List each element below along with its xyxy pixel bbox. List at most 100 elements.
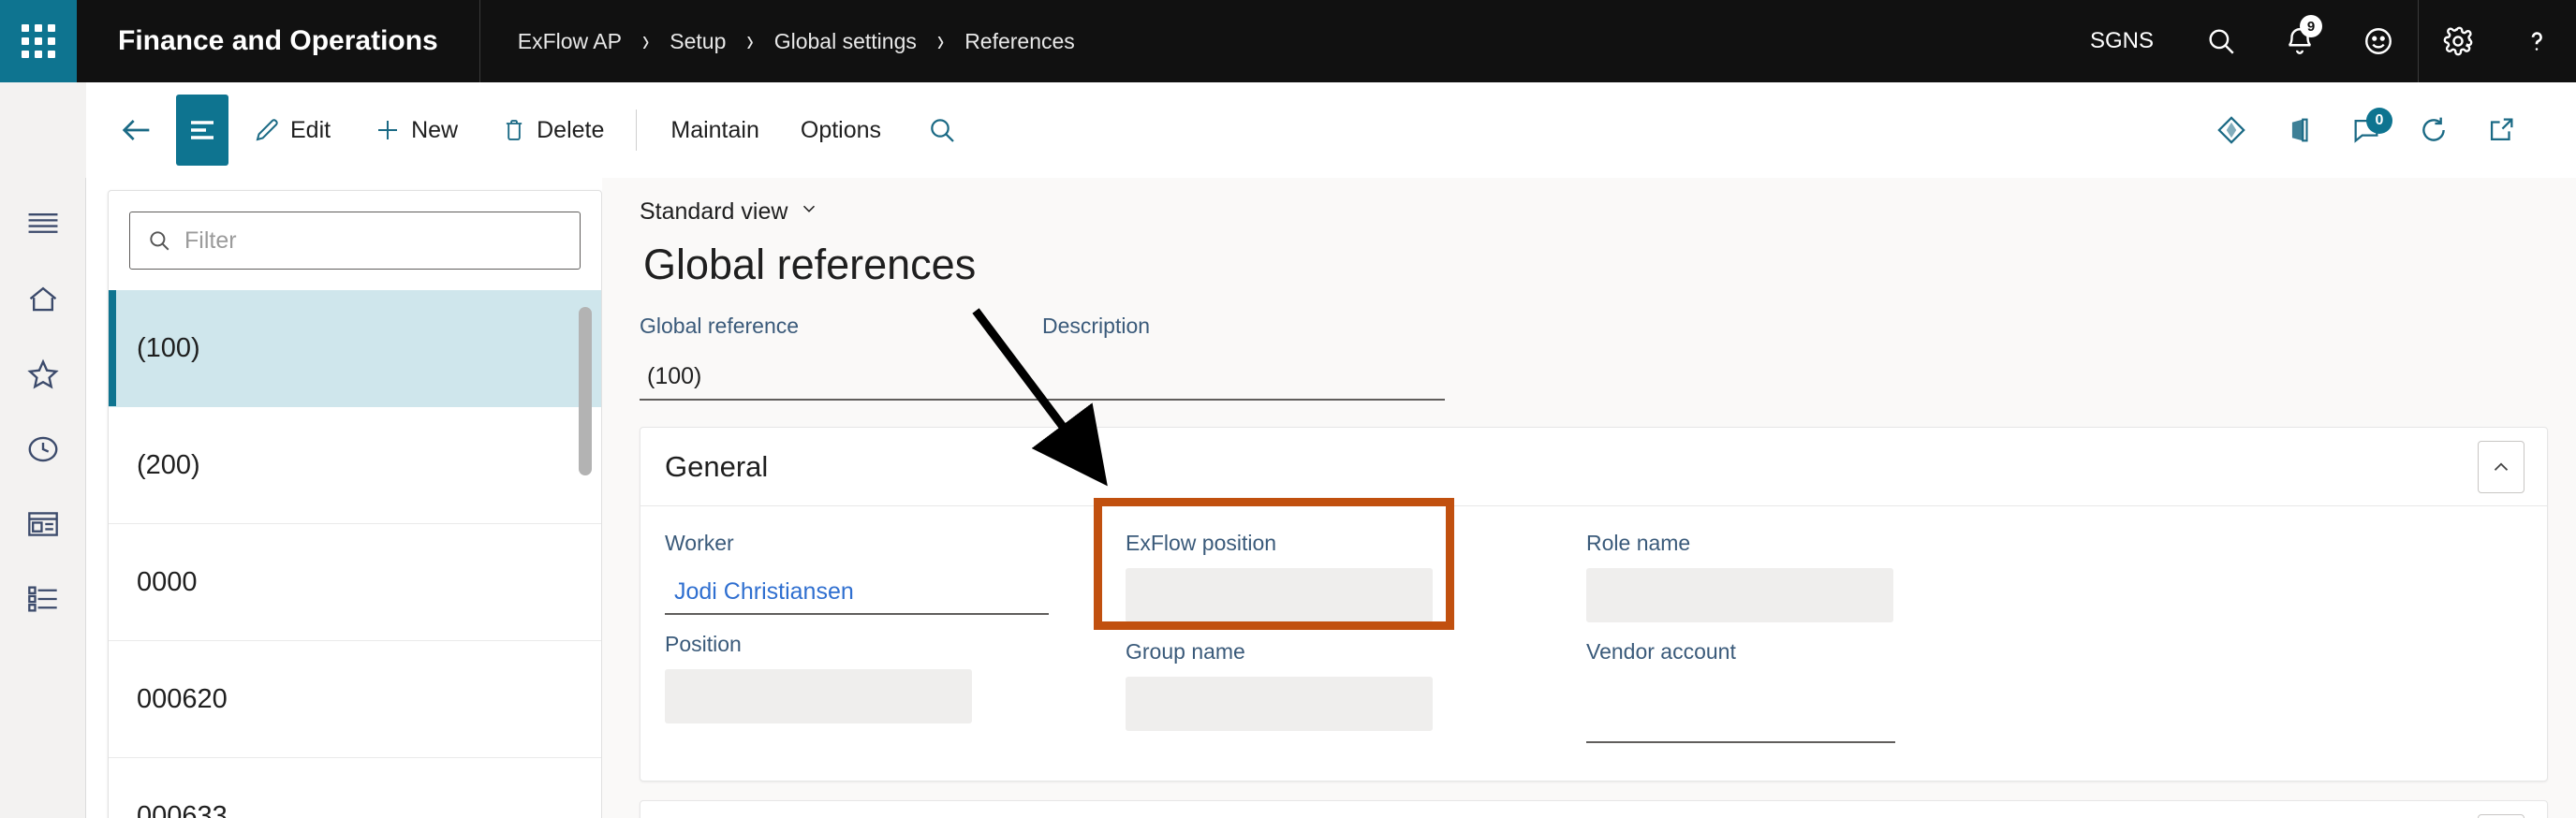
worker-label: Worker: [665, 531, 734, 555]
list-item[interactable]: 000633: [109, 758, 601, 818]
general-section-body: Worker Jodi Christiansen Position ExFlow…: [640, 506, 2547, 781]
exflow-position-label: ExFlow position: [1126, 531, 1277, 555]
new-button[interactable]: New: [355, 99, 477, 161]
role-name-input[interactable]: [1586, 568, 1893, 622]
toolbar-right-icons: 0: [2198, 96, 2576, 164]
workspaces-icon[interactable]: [0, 487, 86, 562]
description-value[interactable]: [1042, 352, 1445, 401]
company-selector[interactable]: SGNS: [2062, 28, 2182, 54]
global-reference-field: Global reference (100): [640, 314, 1042, 401]
collapse-chevron-up-icon[interactable]: [2478, 440, 2524, 493]
vendor-account-input[interactable]: [1586, 696, 1895, 743]
filter-input[interactable]: [184, 226, 563, 255]
global-reference-label: Global reference: [640, 314, 800, 338]
list-item-label: 000633: [137, 801, 228, 818]
app-launcher-waffle-icon[interactable]: [0, 0, 77, 82]
gem-icon[interactable]: [2198, 96, 2265, 164]
list-item[interactable]: (100): [109, 290, 601, 407]
breadcrumb-separator-icon: ›: [641, 22, 650, 59]
group-name-field: Group name: [1126, 639, 1586, 731]
delete-button-label: Delete: [537, 116, 605, 143]
group-name-label: Group name: [1126, 639, 1245, 664]
description-field: Description: [1042, 314, 1445, 401]
list-item-label: 000620: [137, 683, 228, 714]
role-name-label: Role name: [1586, 531, 1691, 555]
favorites-star-icon[interactable]: [0, 337, 86, 412]
worker-value[interactable]: Jodi Christiansen: [665, 568, 1049, 615]
records-list-panel: (100) (200) 0000 000620 000633: [108, 190, 602, 818]
records-list: (100) (200) 0000 000620 000633: [109, 290, 601, 818]
legal-entity-overrides-section: Legal entity overrides: [640, 800, 2548, 818]
topbar-right-actions: SGNS 9: [2062, 0, 2576, 82]
role-name-field: Role name: [1586, 531, 2047, 622]
expand-chevron-down-icon[interactable]: [2478, 814, 2524, 818]
list-item-label: (200): [137, 449, 200, 480]
pencil-icon: [253, 116, 281, 144]
left-navigation-rail: [0, 178, 86, 818]
search-icon[interactable]: [2182, 0, 2260, 82]
maintain-menu[interactable]: Maintain: [650, 99, 780, 161]
office-icon[interactable]: [2265, 96, 2333, 164]
toolbar-actions: Edit New Delete Maintain Options 0: [86, 82, 2576, 178]
back-arrow-icon[interactable]: [110, 104, 163, 156]
legal-entity-overrides-header[interactable]: Legal entity overrides: [640, 801, 2547, 818]
edit-button-label: Edit: [290, 116, 331, 143]
form-column-1: Worker Jodi Christiansen Position: [665, 531, 1126, 760]
home-icon[interactable]: [0, 262, 86, 337]
action-toolbar: Edit New Delete Maintain Options 0: [0, 82, 2576, 178]
filter-box[interactable]: [129, 212, 581, 270]
toolbar-search-icon[interactable]: [909, 99, 975, 161]
refresh-icon[interactable]: [2400, 96, 2467, 164]
breadcrumb-separator-icon: ›: [936, 22, 945, 59]
page-title: Global references: [643, 241, 977, 288]
list-scrollbar-thumb[interactable]: [579, 307, 592, 475]
global-reference-value[interactable]: (100): [640, 352, 1042, 401]
position-field: Position: [665, 632, 1126, 723]
position-input[interactable]: [665, 669, 972, 723]
search-icon: [147, 228, 171, 253]
options-menu[interactable]: Options: [780, 99, 902, 161]
list-item[interactable]: (200): [109, 407, 601, 524]
list-item[interactable]: 0000: [109, 524, 601, 641]
feedback-smiley-icon[interactable]: [2339, 0, 2418, 82]
worker-field: Worker Jodi Christiansen: [665, 531, 1126, 615]
edit-button[interactable]: Edit: [234, 99, 349, 161]
notifications-bell-icon[interactable]: 9: [2260, 0, 2339, 82]
exflow-position-input[interactable]: [1126, 568, 1433, 622]
show-navigation-pane-icon[interactable]: [176, 95, 228, 166]
list-item[interactable]: 000620: [109, 641, 601, 758]
chat-count-badge: 0: [2366, 108, 2392, 134]
vendor-account-field: Vendor account: [1586, 639, 2047, 743]
toolbar-divider: [636, 110, 638, 151]
description-label: Description: [1042, 314, 1151, 338]
breadcrumb-item-references[interactable]: References: [964, 29, 1075, 54]
exflow-position-field: ExFlow position: [1126, 531, 1586, 622]
app-title[interactable]: Finance and Operations: [77, 0, 479, 82]
plus-icon: [374, 116, 402, 144]
view-selector[interactable]: Standard view: [640, 198, 819, 226]
general-section: General Worker Jodi Christiansen Positio…: [640, 427, 2548, 781]
general-section-title: General: [665, 449, 769, 483]
position-label: Position: [665, 632, 742, 656]
breadcrumb: ExFlow AP › Setup › Global settings › Re…: [480, 0, 1075, 82]
breadcrumb-separator-icon: ›: [746, 22, 754, 59]
form-column-3: Role name Vendor account: [1586, 531, 2047, 760]
new-button-label: New: [411, 116, 459, 143]
help-question-icon[interactable]: [2497, 0, 2576, 82]
general-section-header[interactable]: General: [640, 428, 2547, 506]
open-in-new-icon[interactable]: [2467, 96, 2535, 164]
header-fields: Global reference (100) Description: [640, 314, 2548, 401]
recent-clock-icon[interactable]: [0, 412, 86, 487]
delete-button[interactable]: Delete: [482, 99, 623, 161]
chat-bubble-icon[interactable]: 0: [2333, 96, 2400, 164]
group-name-input[interactable]: [1126, 677, 1433, 731]
vendor-account-label: Vendor account: [1586, 639, 1736, 664]
modules-list-icon[interactable]: [0, 562, 86, 636]
breadcrumb-item-exflow-ap[interactable]: ExFlow AP: [518, 29, 622, 54]
list-item-label: (100): [137, 332, 200, 363]
breadcrumb-item-setup[interactable]: Setup: [670, 29, 726, 54]
settings-gear-icon[interactable]: [2419, 0, 2497, 82]
breadcrumb-item-global-settings[interactable]: Global settings: [774, 29, 917, 54]
hamburger-menu-icon[interactable]: [0, 187, 86, 262]
trash-icon: [501, 117, 527, 143]
